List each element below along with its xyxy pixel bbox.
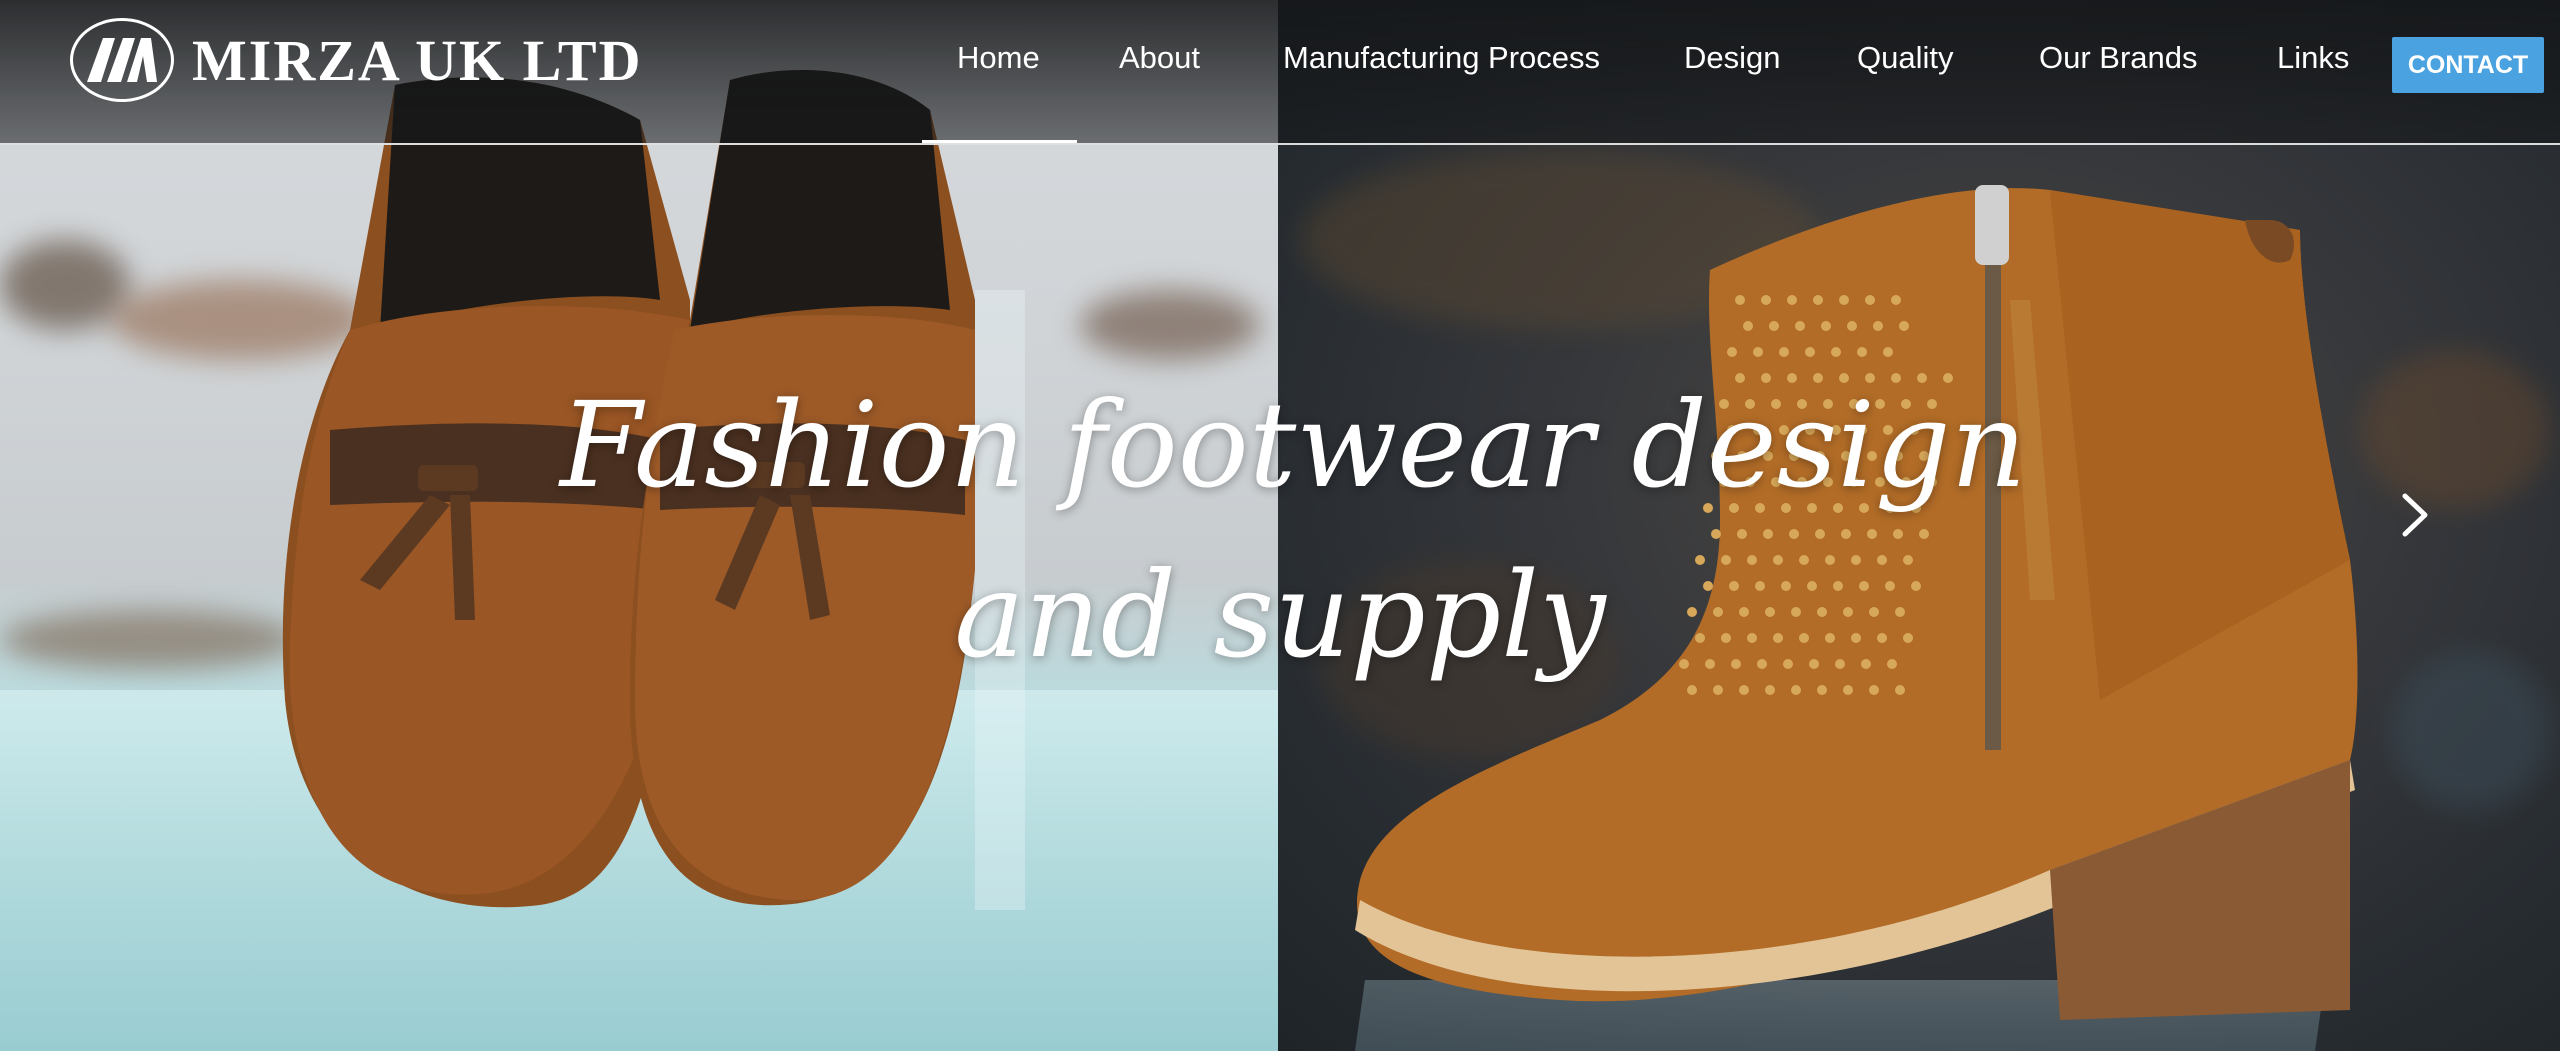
nav-quality[interactable]: Quality <box>1857 40 1953 76</box>
nav-manufacturing-process[interactable]: Manufacturing Process <box>1283 40 1600 76</box>
headline-line-1: Fashion footwear design <box>560 376 2027 514</box>
main-nav: Home About Manufacturing Process Design … <box>0 0 2560 143</box>
hero-headline: Fashion footwear design and supply <box>560 360 2027 700</box>
nav-links[interactable]: Links <box>2277 40 2349 76</box>
headline-line-2: and supply <box>954 546 1606 684</box>
nav-design[interactable]: Design <box>1684 40 1781 76</box>
active-nav-indicator <box>922 140 1077 143</box>
chevron-right-icon[interactable] <box>2392 485 2440 545</box>
nav-our-brands[interactable]: Our Brands <box>2039 40 2198 76</box>
nav-about[interactable]: About <box>1119 40 1200 76</box>
site-header: MIRZA UK LTD Home About Manufacturing Pr… <box>0 0 2560 145</box>
nav-home[interactable]: Home <box>957 40 1040 76</box>
contact-button[interactable]: CONTACT <box>2392 37 2544 93</box>
